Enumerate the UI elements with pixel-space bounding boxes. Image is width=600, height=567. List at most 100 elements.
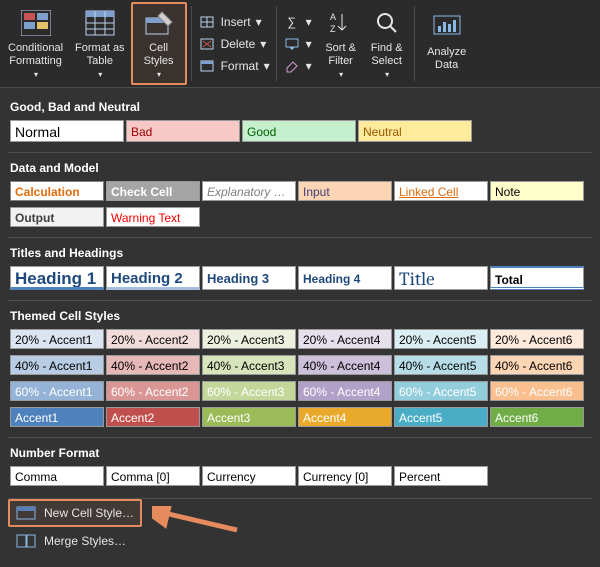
section-title: Titles and Headings <box>8 238 592 266</box>
style-cell[interactable]: Comma [0] <box>106 466 200 486</box>
style-cell[interactable]: Currency <box>202 466 296 486</box>
insert-button[interactable]: Insert ▾ <box>198 13 270 31</box>
style-cell[interactable]: 60% - Accent1 <box>10 381 104 401</box>
clear-button[interactable]: ▾ <box>283 57 312 75</box>
style-cell[interactable]: 60% - Accent4 <box>298 381 392 401</box>
style-cell[interactable]: Percent <box>394 466 488 486</box>
style-cell[interactable]: 40% - Accent5 <box>394 355 488 375</box>
chevron-down-icon: ▾ <box>34 68 38 81</box>
number-format-row: CommaComma [0]CurrencyCurrency [0]Percen… <box>8 466 592 492</box>
autosum-button[interactable]: ∑ ▾ <box>283 13 312 31</box>
style-cell[interactable]: Heading 4 <box>298 266 392 290</box>
svg-text:Z: Z <box>330 24 336 34</box>
sort-filter-button[interactable]: AZ Sort &Filter ▾ <box>318 2 364 85</box>
style-cell[interactable]: Normal <box>10 120 124 142</box>
style-cell[interactable]: 40% - Accent3 <box>202 355 296 375</box>
style-cell[interactable]: Neutral <box>358 120 472 142</box>
data-model-rows: CalculationCheck CellExplanatory …InputL… <box>8 181 592 233</box>
themed-rows: 20% - Accent120% - Accent220% - Accent32… <box>8 329 592 433</box>
sort-filter-icon: AZ <box>324 8 358 38</box>
style-cell[interactable]: Total <box>490 266 584 290</box>
style-cell[interactable]: 20% - Accent2 <box>106 329 200 349</box>
insert-cells-icon <box>198 13 216 31</box>
style-cell[interactable]: Bad <box>126 120 240 142</box>
style-cell[interactable]: 60% - Accent6 <box>490 381 584 401</box>
style-cell[interactable]: 20% - Accent5 <box>394 329 488 349</box>
delete-button[interactable]: Delete ▾ <box>198 35 270 53</box>
style-cell[interactable]: 60% - Accent3 <box>202 381 296 401</box>
analyze-data-icon <box>430 8 464 42</box>
chevron-down-icon: ▾ <box>339 68 343 81</box>
section-title: Number Format <box>8 438 592 466</box>
style-cell[interactable]: Comma <box>10 466 104 486</box>
style-cell[interactable]: 40% - Accent6 <box>490 355 584 375</box>
style-cell[interactable]: 40% - Accent4 <box>298 355 392 375</box>
chevron-down-icon: ▾ <box>98 68 102 81</box>
cell-styles-gallery: Good, Bad and Neutral NormalBadGoodNeutr… <box>0 88 600 567</box>
ribbon-group-styles: ConditionalFormatting ▾ Format asTable ▾… <box>0 0 189 87</box>
chevron-down-icon: ▾ <box>256 15 262 29</box>
style-row: CalculationCheck CellExplanatory …InputL… <box>8 181 592 207</box>
style-cell[interactable]: Input <box>298 181 392 201</box>
find-icon <box>370 8 404 38</box>
style-row: Accent1Accent2Accent3Accent4Accent5Accen… <box>8 407 592 433</box>
style-cell[interactable]: 60% - Accent2 <box>106 381 200 401</box>
fill-down-icon <box>283 35 301 53</box>
delete-cells-icon <box>198 35 216 53</box>
style-cell[interactable]: Good <box>242 120 356 142</box>
merge-styles-button[interactable]: Merge Styles… <box>8 527 134 555</box>
ribbon: ConditionalFormatting ▾ Format asTable ▾… <box>0 0 600 88</box>
style-cell[interactable]: Linked Cell <box>394 181 488 201</box>
label: Sort &Filter <box>325 42 356 68</box>
style-cell[interactable]: 40% - Accent1 <box>10 355 104 375</box>
style-cell[interactable]: Output <box>10 207 104 227</box>
sigma-icon: ∑ <box>283 13 301 31</box>
style-cell[interactable]: 60% - Accent5 <box>394 381 488 401</box>
style-cell[interactable]: Heading 2 <box>106 266 200 290</box>
style-row: 60% - Accent160% - Accent260% - Accent36… <box>8 381 592 407</box>
style-cell[interactable]: Heading 3 <box>202 266 296 290</box>
style-cell[interactable]: Check Cell <box>106 181 200 201</box>
ribbon-group-analysis: AnalyzeData <box>417 0 477 87</box>
style-cell[interactable]: Heading 1 <box>10 266 104 290</box>
ribbon-group-cells: Insert ▾ Delete ▾ Format ▾ <box>194 0 274 87</box>
chevron-down-icon: ▾ <box>306 37 312 51</box>
new-style-icon <box>16 505 36 521</box>
label: AnalyzeData <box>427 46 466 72</box>
cell-styles-icon <box>142 8 176 38</box>
style-cell[interactable]: Explanatory … <box>202 181 296 201</box>
style-cell[interactable]: Note <box>490 181 584 201</box>
cell-styles-button[interactable]: CellStyles ▾ <box>131 2 187 85</box>
separator <box>191 6 192 81</box>
style-cell[interactable]: Accent3 <box>202 407 296 427</box>
style-cell[interactable]: 20% - Accent6 <box>490 329 584 349</box>
conditional-formatting-button[interactable]: ConditionalFormatting ▾ <box>2 2 69 85</box>
style-cell[interactable]: Accent4 <box>298 407 392 427</box>
format-as-table-button[interactable]: Format asTable ▾ <box>69 2 131 85</box>
style-cell[interactable]: Warning Text <box>106 207 200 227</box>
label: ConditionalFormatting <box>8 42 63 68</box>
style-cell[interactable]: 20% - Accent1 <box>10 329 104 349</box>
titles-row: Heading 1Heading 2Heading 3Heading 4Titl… <box>8 266 592 296</box>
fill-button[interactable]: ▾ <box>283 35 312 53</box>
style-cell[interactable]: 20% - Accent4 <box>298 329 392 349</box>
style-cell[interactable]: Accent6 <box>490 407 584 427</box>
separator <box>276 6 277 81</box>
style-cell[interactable]: Currency [0] <box>298 466 392 486</box>
style-cell[interactable]: Accent1 <box>10 407 104 427</box>
new-cell-style-button[interactable]: New Cell Style… <box>8 499 142 527</box>
style-cell[interactable]: Accent2 <box>106 407 200 427</box>
section-title: Good, Bad and Neutral <box>8 92 592 120</box>
section-title: Data and Model <box>8 153 592 181</box>
style-cell[interactable]: 20% - Accent3 <box>202 329 296 349</box>
chevron-down-icon: ▾ <box>264 59 270 73</box>
analyze-data-button[interactable]: AnalyzeData <box>419 2 475 85</box>
style-cell[interactable]: Calculation <box>10 181 104 201</box>
label: Find &Select <box>371 42 403 68</box>
format-button[interactable]: Format ▾ <box>198 57 270 75</box>
label: CellStyles <box>144 42 174 68</box>
style-cell[interactable]: Title <box>394 266 488 290</box>
style-cell[interactable]: Accent5 <box>394 407 488 427</box>
style-cell[interactable]: 40% - Accent2 <box>106 355 200 375</box>
find-select-button[interactable]: Find &Select ▾ <box>364 2 410 85</box>
